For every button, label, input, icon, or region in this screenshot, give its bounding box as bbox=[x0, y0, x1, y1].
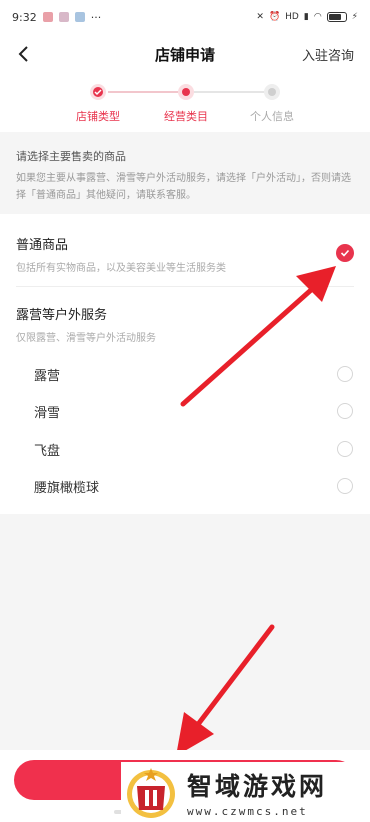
watermark-title: 智域游戏网 bbox=[187, 771, 328, 801]
watermark: 智域游戏网 www.czwmcs.net bbox=[121, 762, 370, 822]
arrow-to-submit bbox=[176, 624, 275, 756]
arrow-to-checkbox bbox=[180, 266, 336, 407]
watermark-logo bbox=[127, 768, 175, 818]
annotation-arrows bbox=[176, 266, 336, 756]
watermark-url: www.czwmcs.net bbox=[187, 804, 308, 818]
